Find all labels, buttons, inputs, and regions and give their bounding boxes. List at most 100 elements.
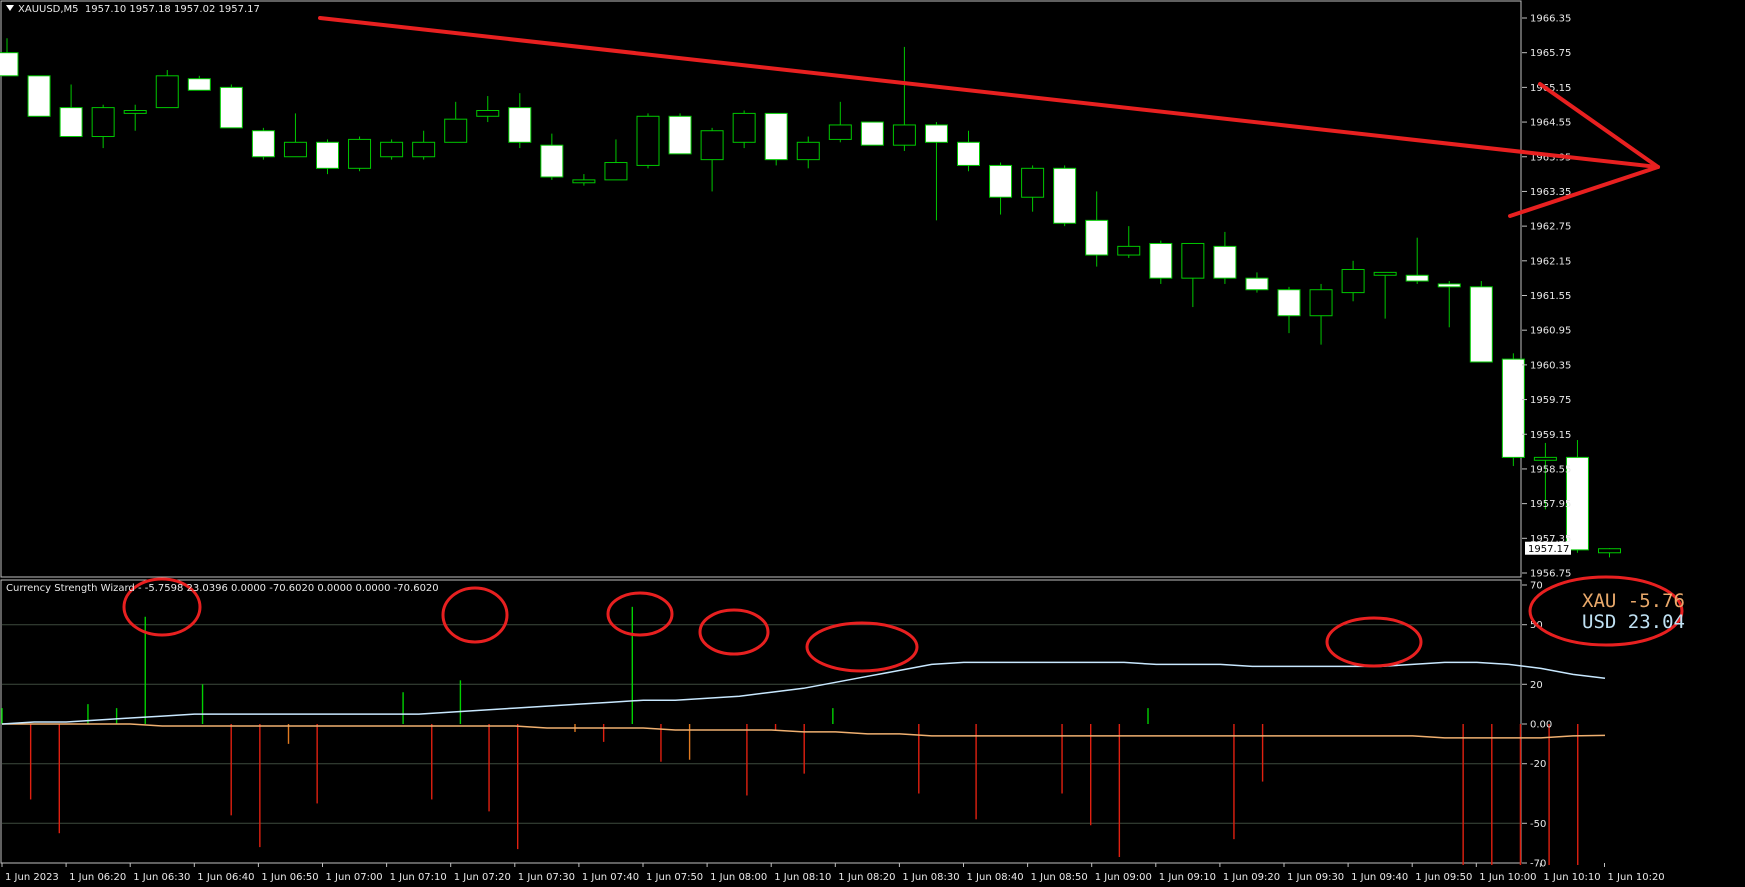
candle-body xyxy=(1501,358,1525,458)
candle-body xyxy=(187,78,211,91)
candle xyxy=(732,110,756,149)
symbol-header: XAUUSD,M5 1957.10 1957.18 1957.02 1957.1… xyxy=(6,4,260,15)
candle-body xyxy=(1373,271,1397,276)
candle-body xyxy=(348,138,372,169)
candle-body xyxy=(0,52,19,77)
time-tick-label: 1 Jun 07:20 xyxy=(454,872,511,883)
time-tick-label: 1 Jun 10:10 xyxy=(1543,872,1600,883)
time-tick-label: 1 Jun 09:10 xyxy=(1159,872,1216,883)
xau-label: XAU xyxy=(1582,590,1617,612)
candle-body xyxy=(668,115,692,155)
candle xyxy=(924,122,948,221)
candle xyxy=(187,75,211,91)
candle xyxy=(380,139,404,160)
candle-body xyxy=(476,110,500,117)
candle-body xyxy=(1149,242,1173,279)
candle-body xyxy=(1341,268,1365,294)
price-tick-label: 1966.35 xyxy=(1530,14,1571,25)
candle xyxy=(860,121,884,146)
candle xyxy=(27,75,51,117)
highlight-circle xyxy=(441,586,509,644)
usd-strength-row: USD 23.04 xyxy=(1582,611,1685,633)
trend-arrow-shaft xyxy=(318,16,1660,169)
candle-body xyxy=(828,124,852,140)
candle-body xyxy=(251,130,275,158)
strength-tick-label: 70 xyxy=(1530,581,1543,592)
candle-body xyxy=(155,75,179,109)
candle-body xyxy=(1277,289,1301,317)
candle xyxy=(1469,281,1493,363)
time-tick-label: 1 Jun 08:10 xyxy=(774,872,831,883)
candle-body xyxy=(1085,219,1109,256)
candle xyxy=(828,101,852,143)
time-tick-label: 1 Jun 09:50 xyxy=(1415,872,1472,883)
price-tick-label: 1965.75 xyxy=(1530,48,1571,59)
candle xyxy=(412,130,436,160)
candle xyxy=(989,162,1013,215)
symbol-header-text: XAUUSD,M5 1957.10 1957.18 1957.02 1957.1… xyxy=(18,4,260,15)
candle-body xyxy=(1598,548,1621,554)
price-tick-label: 1961.55 xyxy=(1530,291,1571,302)
time-tick-label: 1 Jun 08:50 xyxy=(1031,872,1088,883)
time-tick-label: 1 Jun 09:20 xyxy=(1223,872,1280,883)
candle-body xyxy=(540,144,564,178)
candle xyxy=(348,136,372,172)
collapse-triangle-icon[interactable] xyxy=(6,5,14,11)
time-tick-label: 1 Jun 07:30 xyxy=(518,872,575,883)
candle xyxy=(604,139,628,181)
strength-tick-label: 20 xyxy=(1530,680,1543,691)
time-tick-label: 1 Jun 08:30 xyxy=(902,872,959,883)
price-tick-label: 1958.55 xyxy=(1530,464,1571,475)
time-tick-label: 1 Jun 09:40 xyxy=(1351,872,1408,883)
candle-body xyxy=(924,124,948,143)
candle-body xyxy=(892,124,916,146)
candle xyxy=(1213,231,1237,284)
candle xyxy=(1021,165,1045,212)
candle-body xyxy=(380,141,404,158)
candle xyxy=(1117,226,1141,258)
candlestick-series xyxy=(0,38,1621,558)
candle-body xyxy=(123,110,147,114)
time-tick-label: 1 Jun 09:30 xyxy=(1287,872,1344,883)
price-axis: 1966.351965.751965.151964.551963.951963.… xyxy=(1522,14,1571,580)
candle-body xyxy=(508,107,532,143)
price-tick-label: 1960.35 xyxy=(1530,360,1571,371)
candle-body xyxy=(1469,286,1493,363)
candle-body xyxy=(989,164,1013,198)
candle xyxy=(1501,353,1525,467)
candle-body xyxy=(59,107,83,138)
price-tick-label: 1957.95 xyxy=(1530,499,1571,510)
price-tick-label: 1964.55 xyxy=(1530,118,1571,129)
time-axis: 1 Jun 2023 1 Jun 06:20 1 Jun 06:30 1 Jun 06… xyxy=(1,863,1665,883)
candle xyxy=(123,104,147,131)
panel-grid xyxy=(0,0,1522,864)
candle xyxy=(508,93,532,149)
price-tick-label: 1959.75 xyxy=(1530,395,1571,406)
candle xyxy=(283,113,307,158)
candle-body xyxy=(700,130,724,161)
candle xyxy=(1085,191,1109,267)
candle xyxy=(636,113,660,169)
candle xyxy=(1309,283,1333,345)
candle-body xyxy=(572,179,596,184)
candle xyxy=(764,112,788,166)
candle-body xyxy=(1053,167,1077,224)
indicator-panel-frame xyxy=(0,579,1522,864)
candle xyxy=(1181,242,1205,308)
current-price-label: 1957.17 xyxy=(1528,544,1569,555)
candle-body xyxy=(1437,283,1461,288)
candle-body xyxy=(957,141,980,166)
candle xyxy=(1053,165,1077,227)
candle-body xyxy=(764,112,788,161)
candle-body xyxy=(219,86,243,129)
candle xyxy=(572,174,596,186)
candle xyxy=(1149,240,1173,284)
time-tick-label: 1 Jun 06:40 xyxy=(197,872,254,883)
candle-body xyxy=(732,112,756,143)
candle xyxy=(892,46,916,151)
candle xyxy=(155,70,179,109)
candle-body xyxy=(1245,277,1269,291)
candle xyxy=(316,139,339,175)
highlight-circle xyxy=(606,591,674,637)
strength-tick-label: -70 xyxy=(1530,859,1546,870)
